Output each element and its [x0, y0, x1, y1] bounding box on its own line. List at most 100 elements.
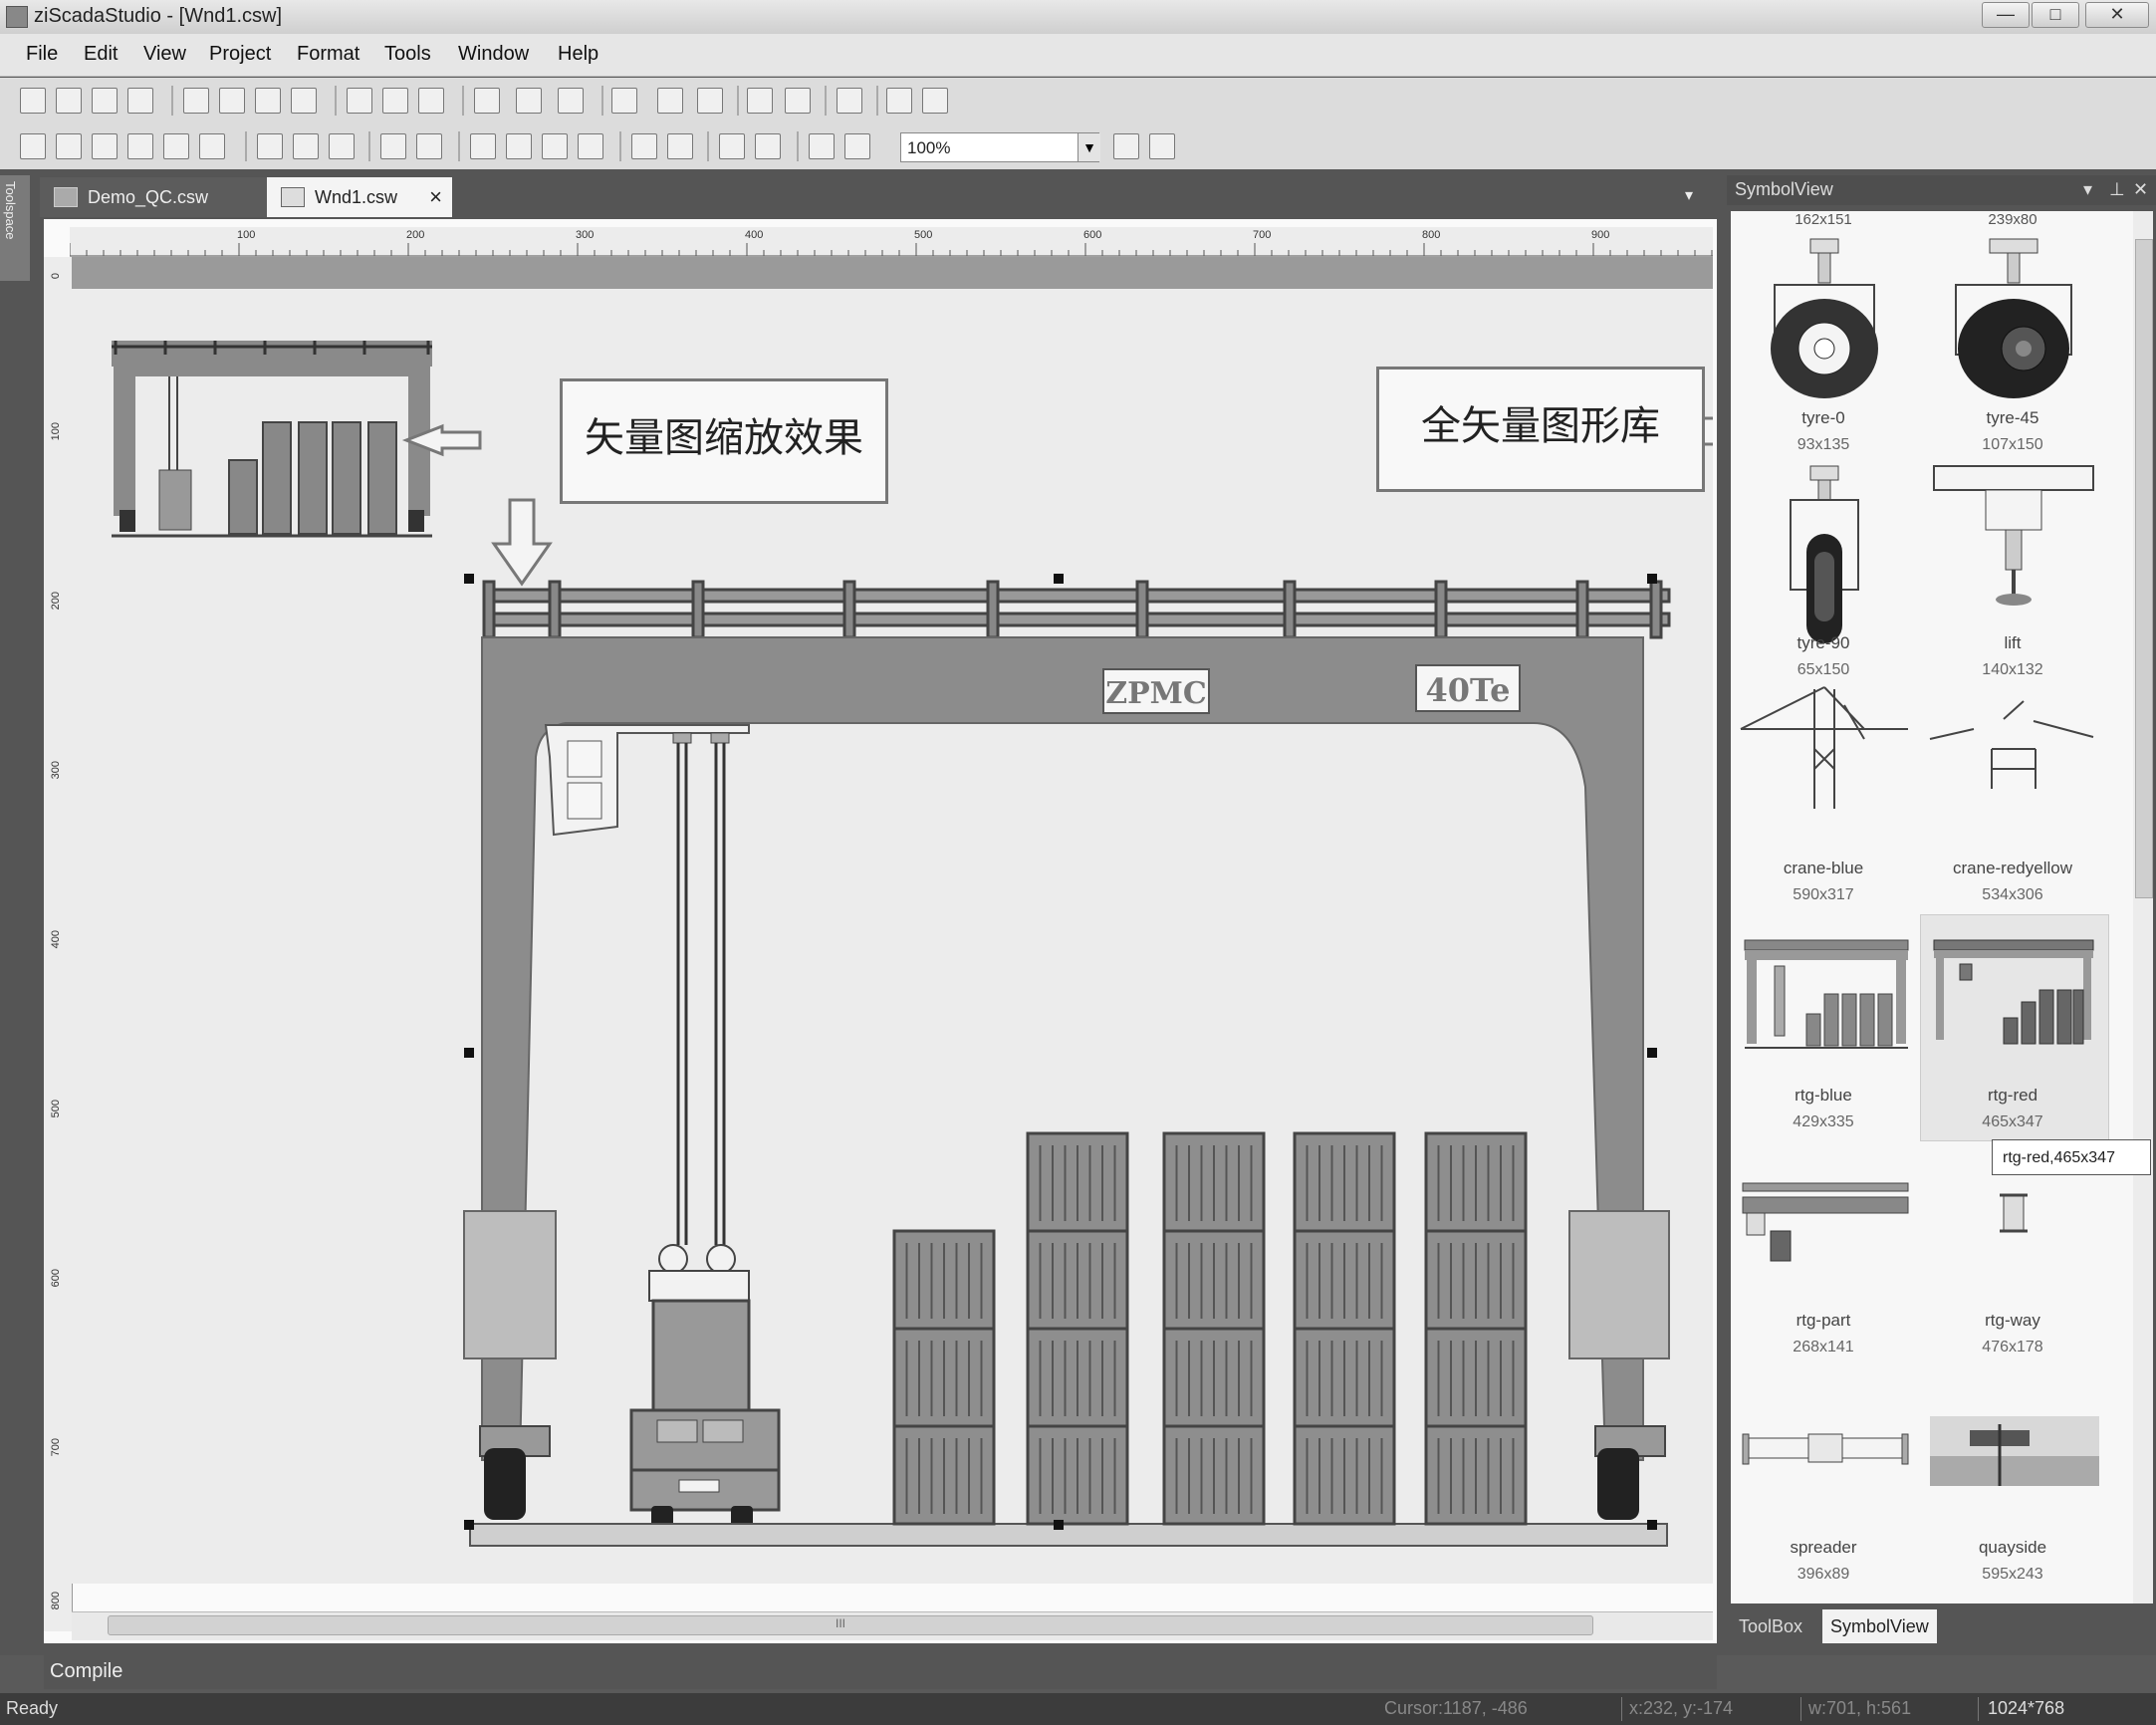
tyre-90-thumbnail	[1790, 465, 1859, 643]
compile-panel[interactable]: Compile	[44, 1655, 1717, 1689]
crane-brand-label: ZPMC	[1105, 676, 1207, 711]
align-middle-icon[interactable]	[199, 133, 225, 159]
zoom-select[interactable]: 100%	[900, 132, 1099, 162]
crane-capacity-label: 40Te	[1425, 671, 1510, 709]
space-vertical-icon[interactable]	[416, 133, 442, 159]
bring-front-icon[interactable]	[542, 133, 568, 159]
flip-vertical-icon[interactable]	[667, 133, 693, 159]
menu-view[interactable]: View	[143, 43, 186, 66]
ruler-label: 800	[1422, 229, 1441, 241]
symbol-name-rtg-blue: rtg-blue	[1795, 1086, 1852, 1105]
close-window-button[interactable]: ✕	[2085, 2, 2149, 28]
ungroup-icon[interactable]	[506, 133, 532, 159]
line-color-icon[interactable]	[1113, 133, 1139, 159]
symbol-size: 534x306	[1982, 886, 2043, 903]
window-icon[interactable]	[747, 88, 773, 114]
same-width-icon[interactable]	[257, 133, 283, 159]
undo-icon[interactable]	[516, 88, 542, 114]
ruler-label: 200	[406, 229, 425, 241]
title-bar: ziScadaStudio - [Wnd1.csw] — □ ✕	[0, 0, 2156, 35]
send-back-icon[interactable]	[578, 133, 603, 159]
symbol-size-partial: 239x80	[1988, 211, 2037, 228]
symbol-size: 476x178	[1982, 1339, 2043, 1355]
panel-title: SymbolView	[1735, 179, 1833, 199]
save-file-icon[interactable]	[255, 88, 281, 114]
run-icon[interactable]	[697, 88, 723, 114]
callout-zoom-effect: 矢量图缩放效果	[560, 378, 888, 504]
flip-horizontal-icon[interactable]	[631, 133, 657, 159]
space-horizontal-icon[interactable]	[380, 133, 406, 159]
ruler-label: 600	[50, 1269, 62, 1288]
tyre-45-thumbnail	[1955, 238, 2072, 398]
build-icon[interactable]	[657, 88, 683, 114]
close-panel-icon[interactable]: ✕	[2133, 179, 2148, 200]
chevron-down-icon[interactable]: ▼	[1078, 133, 1100, 161]
status-size: w:701, h:561	[1808, 1698, 1912, 1718]
same-size-icon[interactable]	[329, 133, 355, 159]
tab-wnd1[interactable]: Wnd1.csw ×	[267, 177, 452, 217]
symbol-size: 93x135	[1797, 436, 1850, 453]
properties-icon[interactable]	[886, 88, 912, 114]
rotate-left-icon[interactable]	[719, 133, 745, 159]
cut-icon[interactable]	[347, 88, 372, 114]
info-icon[interactable]	[922, 88, 948, 114]
print-icon[interactable]	[291, 88, 317, 114]
maximize-button[interactable]: □	[2032, 2, 2079, 28]
symbol-name-quayside: quayside	[1978, 1538, 2047, 1557]
menu-file[interactable]: File	[26, 43, 58, 66]
save-all-icon[interactable]	[127, 88, 153, 114]
find-icon[interactable]	[611, 88, 637, 114]
new-file-icon[interactable]	[183, 88, 209, 114]
save-project-icon[interactable]	[92, 88, 118, 114]
menu-tools[interactable]: Tools	[384, 43, 431, 66]
redo-icon[interactable]	[558, 88, 584, 114]
ruler-label: 600	[1083, 229, 1102, 241]
new-project-icon[interactable]	[20, 88, 46, 114]
grid-icon[interactable]	[809, 133, 835, 159]
ruler-label: 700	[50, 1438, 62, 1457]
compile-label: Compile	[50, 1660, 123, 1682]
paste-icon[interactable]	[418, 88, 444, 114]
align-right-icon[interactable]	[56, 133, 82, 159]
align-left-icon[interactable]	[20, 133, 46, 159]
menu-help[interactable]: Help	[558, 43, 599, 66]
symbol-name-crane-redyellow: crane-redyellow	[1953, 859, 2072, 877]
group-icon[interactable]	[470, 133, 496, 159]
menu-project[interactable]: Project	[209, 43, 271, 66]
menu-window[interactable]: Window	[458, 43, 529, 66]
close-tab-icon[interactable]: ×	[429, 177, 442, 217]
delete-icon[interactable]	[474, 88, 500, 114]
copy-icon[interactable]	[382, 88, 408, 114]
menu-format[interactable]: Format	[297, 43, 359, 66]
toolspace-strip[interactable]: Toolspace	[0, 175, 30, 281]
horizontal-scroll-thumb[interactable]: III	[108, 1615, 1593, 1635]
open-file-icon[interactable]	[219, 88, 245, 114]
symbol-size-partial: 162x151	[1795, 211, 1852, 228]
symbol-name-tyre-45: tyre-45	[1986, 408, 2039, 427]
menu-edit[interactable]: Edit	[84, 43, 118, 66]
fill-color-icon[interactable]	[1149, 133, 1175, 159]
minimize-button[interactable]: —	[1982, 2, 2030, 28]
align-bottom-icon[interactable]	[127, 133, 153, 159]
spreader-thumbnail	[1742, 1433, 1909, 1465]
panel-menu-icon[interactable]: ▾	[2083, 179, 2092, 200]
open-project-icon[interactable]	[56, 88, 82, 114]
symbol-size: 396x89	[1797, 1566, 1850, 1583]
vertical-scroll-thumb[interactable]	[2135, 239, 2153, 898]
layout-icon[interactable]	[785, 88, 811, 114]
printer-icon[interactable]	[837, 88, 862, 114]
tab-list-dropdown[interactable]: ▾	[1685, 185, 1693, 205]
align-top-icon[interactable]	[92, 133, 118, 159]
symbol-name-rtg-way: rtg-way	[1985, 1311, 2040, 1330]
rotate-right-icon[interactable]	[755, 133, 781, 159]
tab-demo-qc[interactable]: Demo_QC.csw	[40, 177, 269, 217]
same-height-icon[interactable]	[293, 133, 319, 159]
pin-icon[interactable]: ⊥	[2109, 179, 2125, 200]
ruler-label: 500	[50, 1100, 62, 1118]
align-center-icon[interactable]	[163, 133, 189, 159]
snap-icon[interactable]	[844, 133, 870, 159]
tab-symbolview[interactable]: SymbolView	[1822, 1609, 1937, 1643]
rtg-small-thumbnail	[112, 341, 432, 538]
tab-toolbox[interactable]: ToolBox	[1731, 1609, 1810, 1643]
ruler-label: 200	[50, 592, 62, 611]
